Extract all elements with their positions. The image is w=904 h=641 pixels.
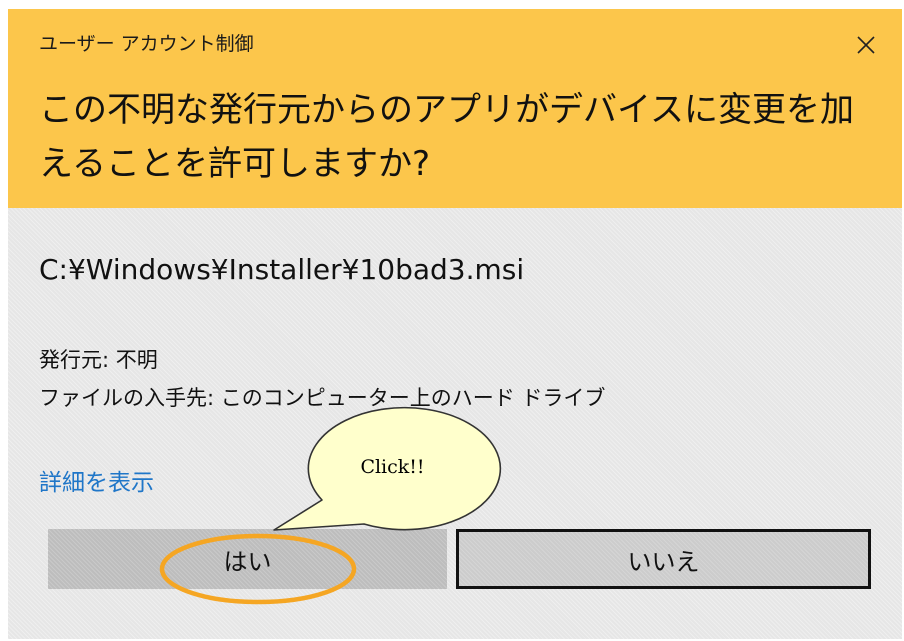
close-icon xyxy=(857,36,875,54)
file-origin-info: ファイルの入手先: このコンピューター上のハード ドライブ xyxy=(39,386,606,410)
program-path: C:¥Windows¥Installer¥10bad3.msi xyxy=(39,253,525,286)
show-details-link[interactable]: 詳細を表示 xyxy=(39,463,154,497)
uac-dialog: ユーザー アカウント制御 この不明な発行元からのアプリがデバイスに変更を加えるこ… xyxy=(8,9,902,639)
no-button[interactable]: いいえ xyxy=(456,529,871,589)
close-button[interactable] xyxy=(848,27,884,63)
dialog-title: ユーザー アカウント制御 xyxy=(39,33,254,55)
callout-text: Click!! xyxy=(360,456,425,478)
permission-question: この不明な発行元からのアプリがデバイスに変更を加えることを許可しますか? xyxy=(39,90,854,184)
yes-button[interactable]: はい xyxy=(48,529,447,589)
publisher-info: 発行元: 不明 xyxy=(39,348,158,372)
dialog-header: ユーザー アカウント制御 この不明な発行元からのアプリがデバイスに変更を加えるこ… xyxy=(8,9,902,208)
